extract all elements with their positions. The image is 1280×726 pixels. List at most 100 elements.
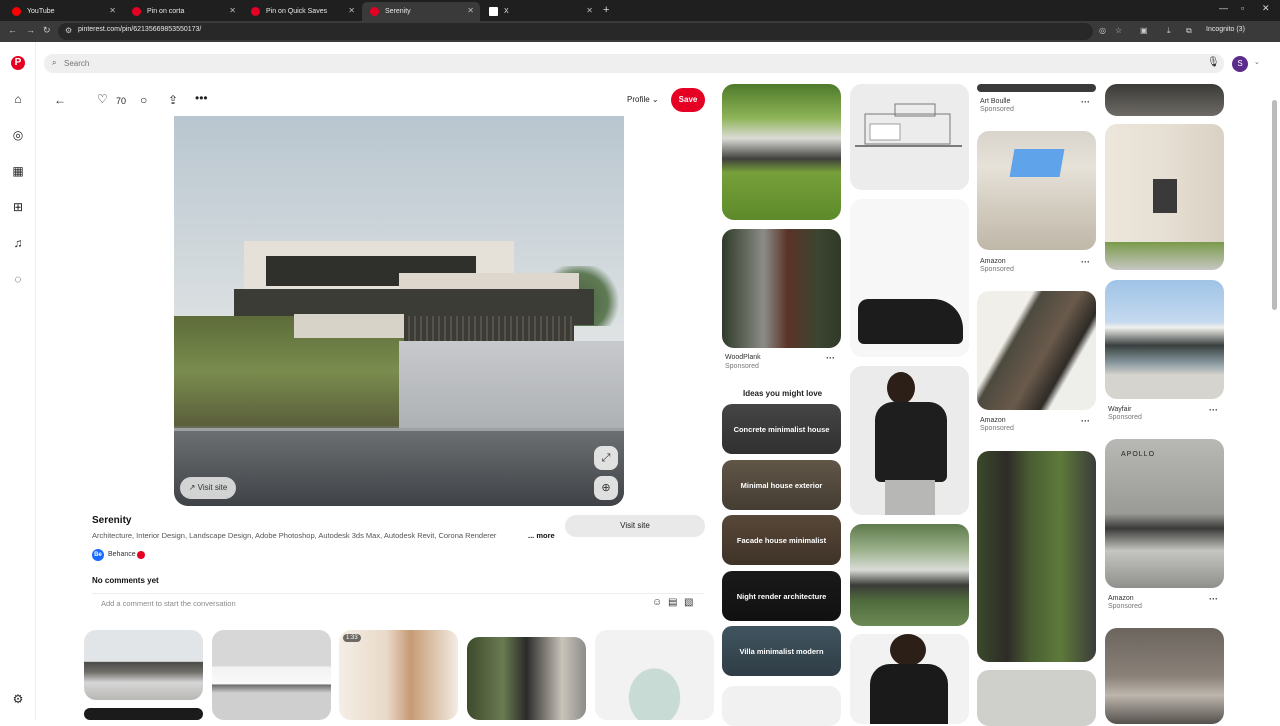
more-options-icon[interactable]: ···	[1081, 416, 1090, 426]
emoji-icon[interactable]: ☺	[652, 597, 662, 608]
feed-pin-thumb[interactable]	[1105, 628, 1224, 724]
boards-icon[interactable]: ▦	[11, 164, 25, 178]
pin-source-name[interactable]: Art Boulle	[980, 98, 1010, 105]
pin-source-name[interactable]: Wayfair	[1108, 406, 1131, 413]
close-icon[interactable]: ✕	[109, 6, 116, 15]
feed-pin-thumb[interactable]	[850, 524, 969, 626]
feed-pin-thumb[interactable]	[1105, 124, 1224, 270]
source-name[interactable]: Behance	[108, 551, 136, 558]
chevron-down-icon[interactable]: ⌄	[1254, 58, 1260, 66]
expand-icon[interactable]: ⤢	[594, 446, 618, 470]
heart-icon[interactable]: ♡	[97, 92, 108, 106]
settings-gear-icon[interactable]: ⚙	[11, 692, 25, 706]
reload-icon[interactable]: ↻	[43, 25, 51, 36]
share-icon[interactable]: ⇪	[168, 93, 178, 107]
pinterest-logo-icon[interactable]: P	[11, 56, 25, 70]
idea-chip[interactable]: Facade house minimalist	[722, 515, 841, 565]
omnibox[interactable]	[58, 23, 1093, 40]
more-options-icon[interactable]: ···	[1081, 257, 1090, 267]
window-close-icon[interactable]: ✕	[1262, 3, 1270, 14]
eye-off-icon[interactable]: ◎	[1099, 26, 1106, 35]
tab-pin-on-corta[interactable]: Pin on corta ✕	[124, 2, 242, 21]
related-pin-video-thumb[interactable]: 1:33	[339, 630, 458, 720]
tab-serenity[interactable]: Serenity ✕	[362, 2, 480, 21]
image-attach-icon[interactable]: ▧	[684, 597, 693, 608]
sidepanel-icon[interactable]: ▣	[1140, 26, 1148, 35]
feed-pin-thumb[interactable]	[850, 634, 969, 724]
download-icon[interactable]: ⤓	[1167, 26, 1171, 36]
feed-pin-thumb[interactable]	[977, 451, 1096, 662]
feed-pin-thumb[interactable]	[977, 291, 1096, 410]
close-icon[interactable]: ✕	[586, 6, 593, 15]
feed-pin-thumb[interactable]	[722, 686, 841, 726]
bookmark-star-icon[interactable]: ☆	[1115, 26, 1122, 35]
pin-source-name[interactable]: Amazon	[1108, 595, 1134, 602]
tab-pin-on-quick-saves[interactable]: Pin on Quick Saves ✕	[243, 2, 361, 21]
related-pin-thumb[interactable]	[595, 630, 714, 720]
close-icon[interactable]: ✕	[229, 6, 236, 15]
close-icon[interactable]: ✕	[467, 6, 474, 15]
pin-image[interactable]	[174, 116, 624, 506]
feed-pin-thumb[interactable]	[850, 366, 969, 515]
minimize-icon[interactable]: —	[1219, 3, 1228, 13]
microphone-icon[interactable]: 🎙	[1207, 57, 1220, 68]
idea-chip[interactable]: Minimal house exterior	[722, 460, 841, 510]
visual-search-icon[interactable]: ⊕	[594, 476, 618, 500]
search-bar[interactable]	[44, 54, 1224, 73]
visit-site-chip[interactable]: ↗ Visit site	[180, 477, 236, 499]
feed-pin-thumb[interactable]	[722, 84, 841, 220]
tab-x[interactable]: X ✕	[481, 2, 599, 21]
visit-site-button[interactable]: Visit site	[565, 515, 705, 537]
home-icon[interactable]: ⌂	[11, 92, 25, 106]
feed-pin-thumb[interactable]	[977, 670, 1096, 726]
comment-placeholder[interactable]: Add a comment to start the conversation	[101, 599, 236, 608]
messages-icon[interactable]: ◌	[11, 272, 25, 286]
feed-pin-thumb[interactable]	[977, 84, 1096, 92]
feed-pin-thumb[interactable]	[722, 229, 841, 348]
related-pin-thumb[interactable]	[84, 630, 203, 700]
more-options-icon[interactable]: ···	[1081, 97, 1090, 107]
extensions-icon[interactable]: ⧉	[1186, 26, 1192, 36]
back-icon[interactable]: ←	[8, 25, 17, 35]
sticker-icon[interactable]: ▤	[668, 597, 677, 608]
feed-pin-thumb[interactable]	[1105, 84, 1224, 116]
avatar[interactable]: S	[1232, 56, 1248, 72]
back-arrow-icon[interactable]: ←	[54, 93, 66, 107]
profile-dropdown[interactable]: Profile ⌄	[627, 95, 659, 104]
related-pin-thumb[interactable]	[212, 630, 331, 720]
close-icon[interactable]: ✕	[348, 6, 355, 15]
more-options-icon[interactable]: ···	[826, 353, 835, 363]
related-pin-thumb[interactable]	[84, 708, 203, 720]
more-options-icon[interactable]: ···	[1209, 405, 1218, 415]
feed-pin-thumb[interactable]	[850, 199, 969, 357]
more-link[interactable]: ... more	[528, 531, 555, 540]
idea-chip[interactable]: Concrete minimalist house	[722, 404, 841, 454]
pin-source-name[interactable]: WoodPlank	[725, 354, 761, 361]
notifications-bell-icon[interactable]: ♫	[11, 236, 25, 250]
feed-pin-thumb[interactable]	[1105, 280, 1224, 399]
scrollbar[interactable]	[1272, 100, 1277, 310]
maximize-icon[interactable]: ▫	[1241, 3, 1244, 13]
incognito-label[interactable]: Incognito (3)	[1206, 26, 1245, 33]
feed-pin-thumb[interactable]	[850, 84, 969, 190]
save-button[interactable]: Save	[671, 88, 705, 112]
related-pin-thumb[interactable]	[467, 637, 586, 720]
model-head	[890, 634, 926, 666]
explore-compass-icon[interactable]: ◎	[11, 128, 25, 142]
feed-pin-thumb[interactable]	[977, 131, 1096, 250]
site-info-icon[interactable]: ⚙	[65, 26, 72, 35]
behance-logo-icon[interactable]: Be	[92, 549, 104, 561]
idea-chip[interactable]: Night render architecture	[722, 571, 841, 621]
search-input[interactable]: Search	[64, 59, 89, 68]
create-plus-icon[interactable]: ⊞	[11, 200, 25, 214]
forward-icon[interactable]: →	[26, 25, 35, 35]
idea-chip[interactable]: Villa minimalist modern	[722, 626, 841, 676]
pin-source-name[interactable]: Amazon	[980, 417, 1006, 424]
tab-youtube[interactable]: YouTube ✕	[4, 2, 122, 21]
comment-icon[interactable]: ○	[140, 93, 147, 107]
more-options-icon[interactable]: •••	[195, 91, 208, 105]
pin-source-name[interactable]: Amazon	[980, 258, 1006, 265]
more-options-icon[interactable]: ···	[1209, 594, 1218, 604]
feed-pin-thumb[interactable]: APOLLO	[1105, 439, 1224, 588]
new-tab-icon[interactable]: +	[603, 4, 609, 16]
